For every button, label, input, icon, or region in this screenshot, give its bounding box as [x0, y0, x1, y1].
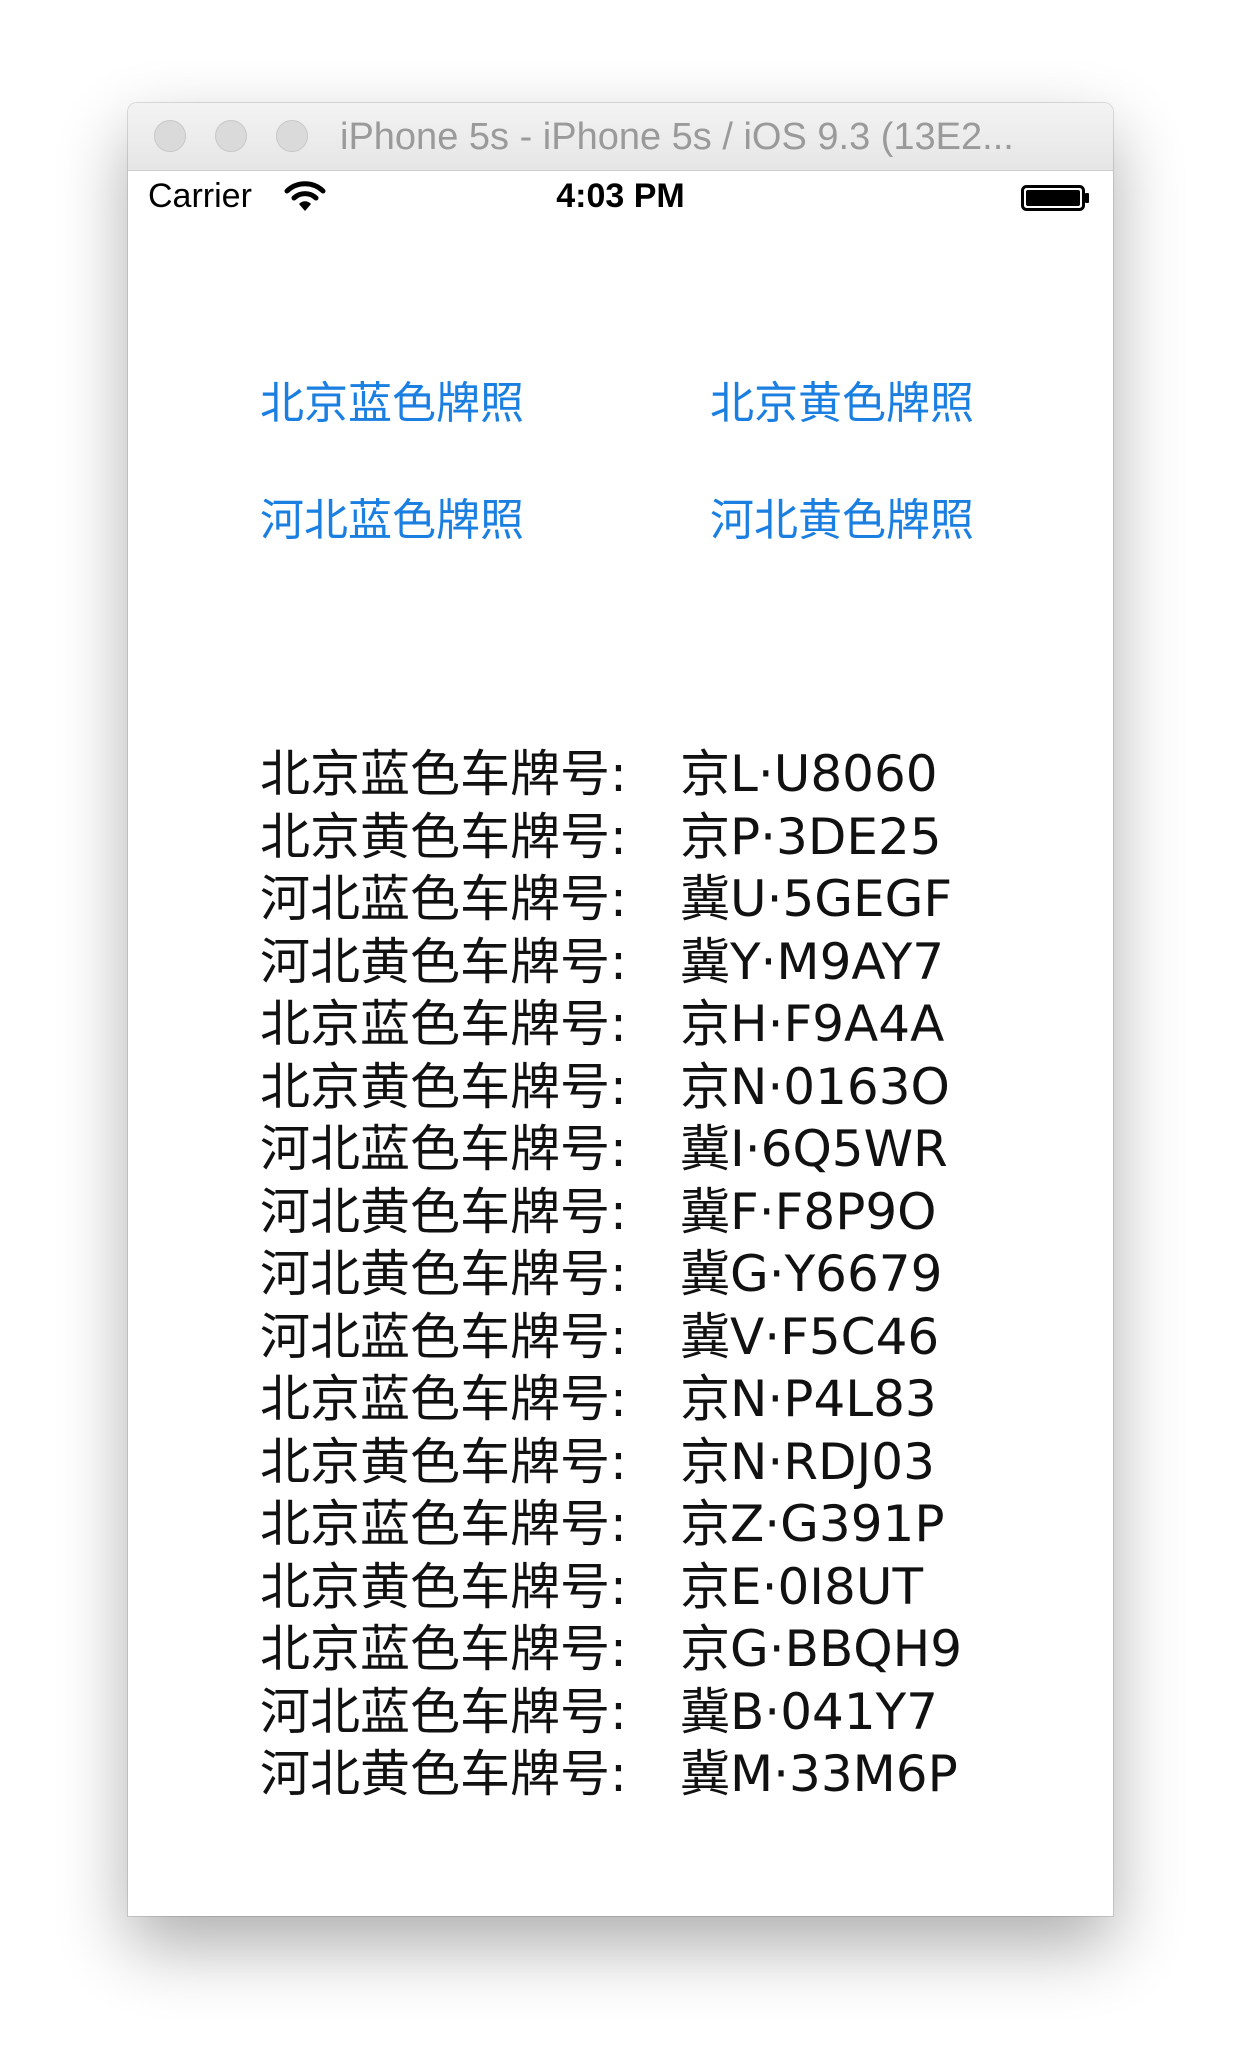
- plate-type-label: 河北黄色车牌号:: [260, 932, 627, 991]
- plate-number: 京Z·G391P: [680, 1495, 945, 1553]
- beijing-yellow-plate-button[interactable]: 北京黄色牌照: [710, 377, 974, 431]
- zoom-window-button[interactable]: [276, 120, 308, 152]
- plate-number: 京G·BBQH9: [680, 1620, 963, 1678]
- plate-type-label: 河北黄色车牌号:: [260, 1182, 627, 1241]
- plate-type-label: 河北蓝色车牌号:: [260, 1307, 627, 1366]
- plate-row: 北京蓝色车牌号: 京N·P4L83: [260, 1368, 1080, 1431]
- plate-type-label: 河北蓝色车牌号:: [260, 1682, 627, 1741]
- plate-number: 冀G·Y6679: [680, 1245, 943, 1303]
- plate-number: 京N·RDJ03: [680, 1432, 935, 1491]
- plate-type-label: 河北蓝色车牌号:: [260, 1120, 627, 1178]
- plate-row: 河北黄色车牌号: 冀M·33M6P: [260, 1743, 1080, 1806]
- plate-number: 冀Y·M9AY7: [680, 932, 945, 991]
- plate-number: 冀U·5GEGF: [680, 870, 953, 928]
- plate-type-label: 北京黄色车牌号:: [260, 807, 627, 866]
- plate-row: 北京蓝色车牌号: 京Z·G391P: [260, 1493, 1080, 1556]
- plate-row: 河北蓝色车牌号: 冀V·F5C46: [260, 1306, 1080, 1369]
- plate-type-label: 北京黄色车牌号:: [260, 1432, 627, 1491]
- plate-number: 冀I·6Q5WR: [680, 1120, 948, 1178]
- plate-row: 北京黄色车牌号: 京P·3DE25: [260, 806, 1080, 869]
- plate-row: 河北黄色车牌号: 冀F·F8P9O: [260, 1181, 1080, 1244]
- plate-number: 京H·F9A4A: [680, 995, 945, 1053]
- plate-row: 北京黄色车牌号: 京N·0163O: [260, 1056, 1080, 1119]
- plate-row: 北京黄色车牌号: 京E·0I8UT: [260, 1556, 1080, 1619]
- window-title: iPhone 5s - iPhone 5s / iOS 9.3 (13E2...: [340, 116, 1014, 158]
- plate-number: 冀M·33M6P: [680, 1745, 958, 1803]
- status-time: 4:03 PM: [556, 177, 685, 215]
- hebei-yellow-plate-button[interactable]: 河北黄色牌照: [710, 494, 974, 548]
- plate-row: 河北蓝色车牌号: 冀U·5GEGF: [260, 868, 1080, 931]
- minimize-window-button[interactable]: [215, 120, 247, 152]
- plate-number: 京N·P4L83: [680, 1370, 937, 1428]
- plate-results-list: 北京蓝色车牌号: 京L·U8060 北京黄色车牌号: 京P·3DE25 河北蓝色车牌号:…: [260, 743, 1080, 1806]
- plate-number: 京E·0I8UT: [680, 1557, 923, 1616]
- plate-row: 北京蓝色车牌号: 京L·U8060: [260, 743, 1080, 806]
- plate-type-label: 北京蓝色车牌号:: [260, 1370, 627, 1428]
- status-bar: Carrier 4:03 PM: [128, 171, 1113, 221]
- plate-number: 冀B·041Y7: [680, 1682, 938, 1741]
- plate-row: 河北黄色车牌号: 冀G·Y6679: [260, 1243, 1080, 1306]
- plate-row: 河北黄色车牌号: 冀Y·M9AY7: [260, 931, 1080, 994]
- plate-type-label: 北京蓝色车牌号:: [260, 745, 627, 803]
- plate-row: 北京蓝色车牌号: 京G·BBQH9: [260, 1618, 1080, 1681]
- plate-number: 京L·U8060: [680, 745, 938, 803]
- beijing-blue-plate-button[interactable]: 北京蓝色牌照: [260, 377, 524, 431]
- battery-icon: [1021, 185, 1091, 211]
- hebei-blue-plate-button[interactable]: 河北蓝色牌照: [260, 494, 524, 548]
- plate-number: 京N·0163O: [680, 1057, 950, 1116]
- plate-type-label: 河北蓝色车牌号:: [260, 870, 627, 928]
- close-window-button[interactable]: [154, 120, 186, 152]
- plate-type-label: 北京蓝色车牌号:: [260, 1620, 627, 1678]
- plate-row: 河北蓝色车牌号: 冀I·6Q5WR: [260, 1118, 1080, 1181]
- plate-row: 北京蓝色车牌号: 京H·F9A4A: [260, 993, 1080, 1056]
- plate-number: 冀V·F5C46: [680, 1307, 940, 1366]
- plate-type-label: 北京黄色车牌号:: [260, 1057, 627, 1116]
- plate-type-label: 河北黄色车牌号:: [260, 1745, 627, 1803]
- plate-row: 北京黄色车牌号: 京N·RDJ03: [260, 1431, 1080, 1494]
- title-bar[interactable]: iPhone 5s - iPhone 5s / iOS 9.3 (13E2...: [128, 103, 1113, 171]
- plate-type-label: 北京蓝色车牌号:: [260, 1495, 627, 1553]
- plate-type-label: 北京蓝色车牌号:: [260, 995, 627, 1053]
- simulator-window: iPhone 5s - iPhone 5s / iOS 9.3 (13E2...…: [128, 103, 1113, 1916]
- plate-type-label: 北京黄色车牌号:: [260, 1557, 627, 1616]
- plate-number: 京P·3DE25: [680, 807, 942, 866]
- plate-number: 冀F·F8P9O: [680, 1182, 937, 1241]
- plate-row: 河北蓝色车牌号: 冀B·041Y7: [260, 1681, 1080, 1744]
- plate-type-label: 河北黄色车牌号:: [260, 1245, 627, 1303]
